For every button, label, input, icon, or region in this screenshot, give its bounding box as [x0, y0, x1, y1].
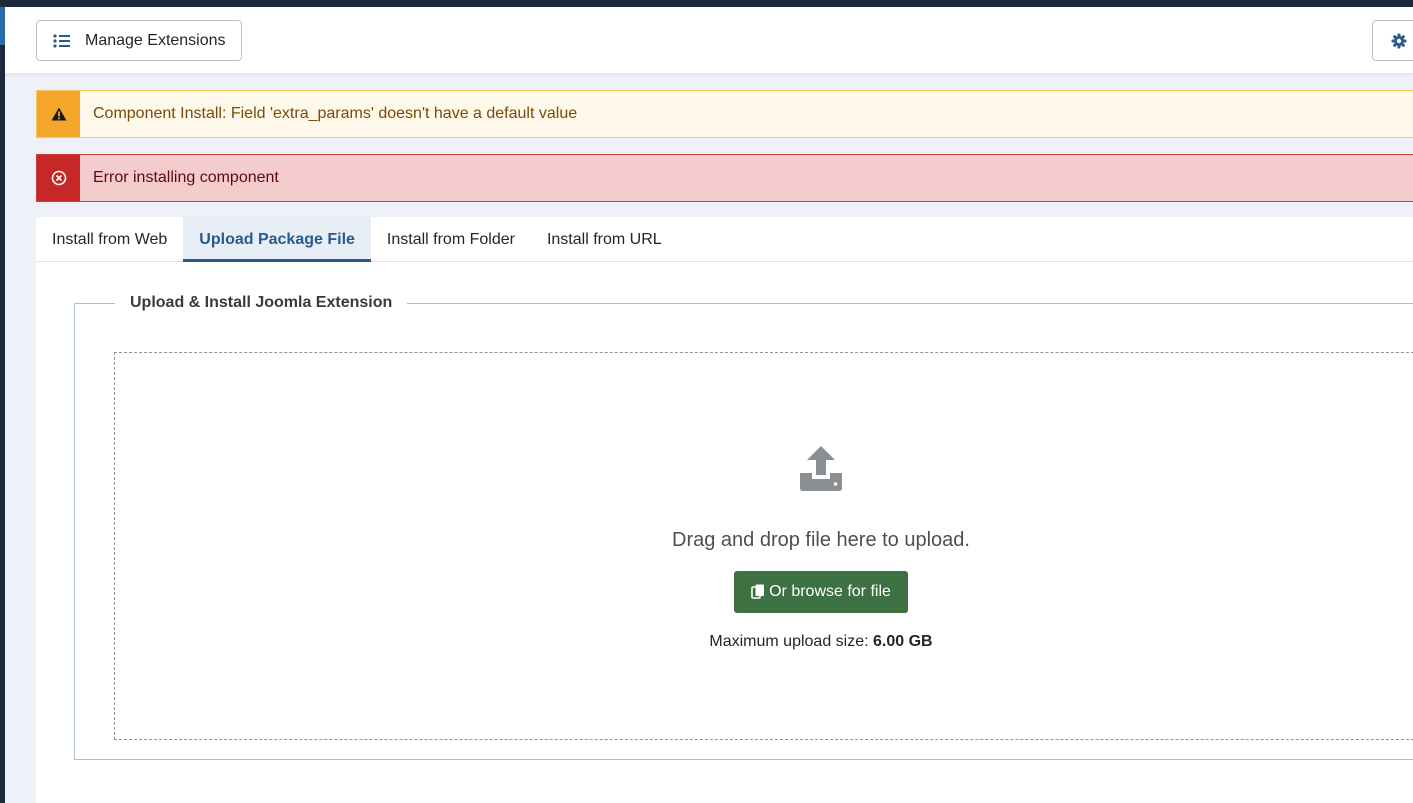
manage-extensions-label: Manage Extensions: [85, 31, 226, 49]
warning-badge: [37, 91, 80, 137]
circle-x-icon: [51, 170, 66, 186]
upload-fieldset: Upload & Install Joomla Extension Drag a…: [74, 294, 1413, 760]
warning-triangle-icon: [51, 107, 66, 121]
installer-tabs: Install from Web Upload Package File Ins…: [36, 217, 1413, 262]
error-badge: [37, 155, 80, 201]
browse-file-button[interactable]: Or browse for file: [734, 571, 908, 613]
tab-install-from-web[interactable]: Install from Web: [36, 217, 183, 262]
tab-install-from-folder[interactable]: Install from Folder: [371, 217, 531, 262]
error-alert: Error installing component: [36, 154, 1413, 202]
max-upload-size: Maximum upload size: 6.00 GB: [655, 633, 987, 651]
sidebar-edge: [0, 7, 5, 803]
upload-icon: [800, 446, 842, 491]
tab-install-from-url[interactable]: Install from URL: [531, 217, 678, 262]
upload-legend: Upload & Install Joomla Extension: [115, 294, 408, 312]
drag-drop-text: Drag and drop file here to upload.: [672, 529, 970, 551]
max-size-label: Maximum upload size:: [709, 633, 869, 650]
installer-panel: Install from Web Upload Package File Ins…: [36, 217, 1413, 803]
copy-icon: [751, 584, 765, 599]
error-message: Error installing component: [93, 169, 279, 186]
max-size-value: 6.00 GB: [873, 633, 933, 650]
options-button[interactable]: [1372, 20, 1413, 61]
manage-extensions-button[interactable]: Manage Extensions: [36, 20, 242, 61]
warning-alert: Component Install: Field 'extra_params' …: [36, 90, 1413, 138]
browse-file-label: Or browse for file: [769, 583, 891, 600]
gear-icon: [1391, 33, 1407, 48]
list-icon: [53, 33, 70, 48]
warning-message: Component Install: Field 'extra_params' …: [93, 105, 578, 122]
upload-dropzone[interactable]: Drag and drop file here to upload. Or br…: [114, 352, 1413, 740]
tab-upload-package-file[interactable]: Upload Package File: [183, 217, 371, 262]
top-bar: [0, 0, 1413, 7]
toolbar: Manage Extensions: [5, 7, 1413, 74]
